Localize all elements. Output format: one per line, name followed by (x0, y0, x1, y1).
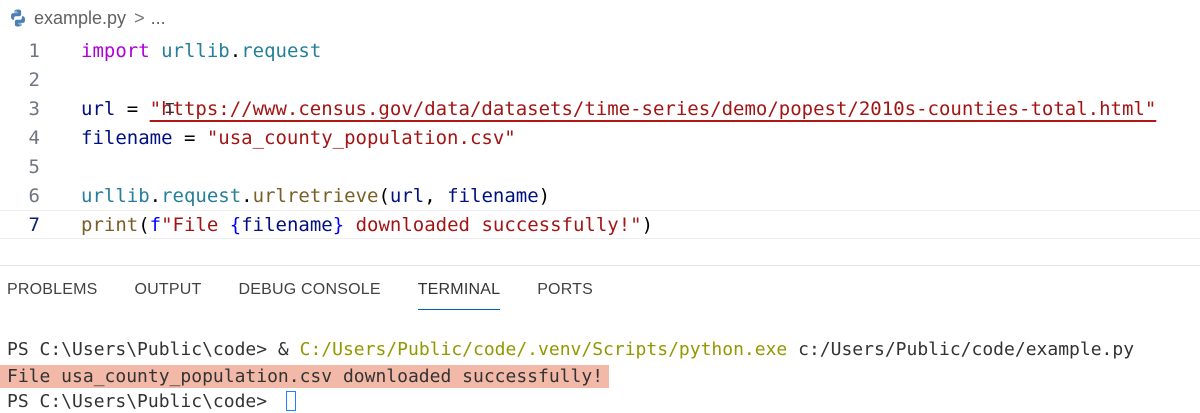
text-cursor-icon: ⌶ (165, 98, 175, 117)
token-brace: } (332, 213, 345, 236)
code-line[interactable]: 3 url = "https://www.census.gov/data/dat… (0, 94, 1200, 123)
token-paren: ) (641, 213, 654, 236)
terminal-argument: c:/Users/Public/code/example.py (787, 338, 1135, 360)
panel-tabs: PROBLEMS OUTPUT DEBUG CONSOLE TERMINAL P… (0, 266, 1200, 314)
token-module: request (241, 39, 322, 62)
code-text: urllib.request.urlretrieve(url, filename… (81, 185, 550, 207)
token-variable: filename (241, 213, 333, 236)
code-line[interactable]: 2 (0, 65, 1200, 94)
breadcrumb: example.py > ... (0, 0, 1200, 36)
code-line[interactable]: 4 filename = "usa_county_population.csv" (0, 123, 1200, 152)
token-string: "https://www.census.gov/data/datasets/ti… (149, 97, 1157, 120)
token-module: urllib (161, 39, 230, 62)
line-number: 3 (28, 97, 40, 120)
token-module: urllib (81, 184, 150, 207)
line-number: 4 (28, 126, 40, 149)
token-dot: . (229, 39, 242, 62)
token-paren: ) (538, 184, 551, 207)
terminal-exe-path: C:/Users/Public/code/.venv/Scripts/pytho… (299, 338, 788, 360)
token-string: "File (161, 213, 230, 236)
terminal-cursor (285, 391, 296, 411)
tab-debug-console[interactable]: DEBUG CONSOLE (239, 266, 381, 314)
token-module: request (161, 184, 242, 207)
code-line[interactable]: 1 import urllib.request (0, 36, 1200, 65)
terminal-line: File usa_county_population.csv downloade… (0, 363, 610, 389)
tab-ports[interactable]: PORTS (537, 266, 593, 314)
breadcrumb-ellipsis[interactable]: ... (151, 8, 166, 29)
token-fstring-prefix: f (149, 213, 162, 236)
token-keyword: import (81, 39, 150, 62)
line-number: 1 (28, 39, 40, 62)
token-operator: = (115, 97, 150, 120)
token-variable: url (81, 97, 116, 120)
code-line[interactable]: 6 urllib.request.urlretrieve(url, filena… (0, 181, 1200, 210)
token-brace: { (229, 213, 242, 236)
line-number: 6 (28, 184, 40, 207)
tab-output[interactable]: OUTPUT (135, 266, 202, 314)
tab-terminal[interactable]: TERMINAL (417, 266, 501, 314)
line-number: 2 (28, 68, 40, 91)
terminal[interactable]: PS C:\Users\Public\code> & C:/Users/Publ… (0, 330, 1200, 413)
terminal-line: PS C:\Users\Public\code> (7, 388, 296, 413)
token-variable: filename (447, 184, 539, 207)
token-paren: ( (138, 213, 150, 236)
breadcrumb-file[interactable]: example.py (34, 8, 126, 29)
tab-problems[interactable]: PROBLEMS (7, 266, 98, 314)
code-text: import urllib.request (81, 40, 321, 62)
code-line[interactable]: 5 (0, 152, 1200, 181)
terminal-prompt: PS C:\Users\Public\code> & (7, 338, 300, 360)
line-number: 5 (28, 155, 40, 178)
token-dot: . (241, 184, 253, 207)
token-comma: , (424, 184, 448, 207)
code-line-current[interactable]: 7 print(f"File {filename} downloaded suc… (0, 210, 1200, 239)
token-paren: ( (378, 184, 390, 207)
vscode-window: example.py > ... 1 import urllib.request… (0, 0, 1200, 413)
token-string: downloaded successfully!" (344, 213, 642, 236)
token-string: "usa_county_population.csv" (206, 126, 516, 149)
code-text: print(f"File {filename} downloaded succe… (81, 214, 653, 236)
python-file-icon (11, 9, 25, 27)
terminal-prompt: PS C:\Users\Public\code> (7, 390, 278, 412)
token-variable: url (389, 184, 425, 207)
code-text: url = "https://www.census.gov/data/datas… (81, 98, 1156, 120)
token-function: print (81, 213, 139, 236)
code-text: filename = "usa_county_population.csv" (81, 127, 516, 149)
code-editor[interactable]: 1 import urllib.request 2 3 url = "https… (0, 36, 1200, 262)
token-dot: . (149, 184, 162, 207)
line-number: 7 (28, 213, 40, 236)
token-variable: filename (81, 126, 173, 149)
terminal-output-highlighted: File usa_county_population.csv downloade… (0, 364, 610, 388)
chevron-right-icon: > (134, 7, 145, 28)
terminal-line: PS C:\Users\Public\code> & C:/Users/Publ… (7, 336, 1134, 362)
token-operator: = (172, 126, 207, 149)
token-function: urlretrieve (252, 184, 379, 207)
